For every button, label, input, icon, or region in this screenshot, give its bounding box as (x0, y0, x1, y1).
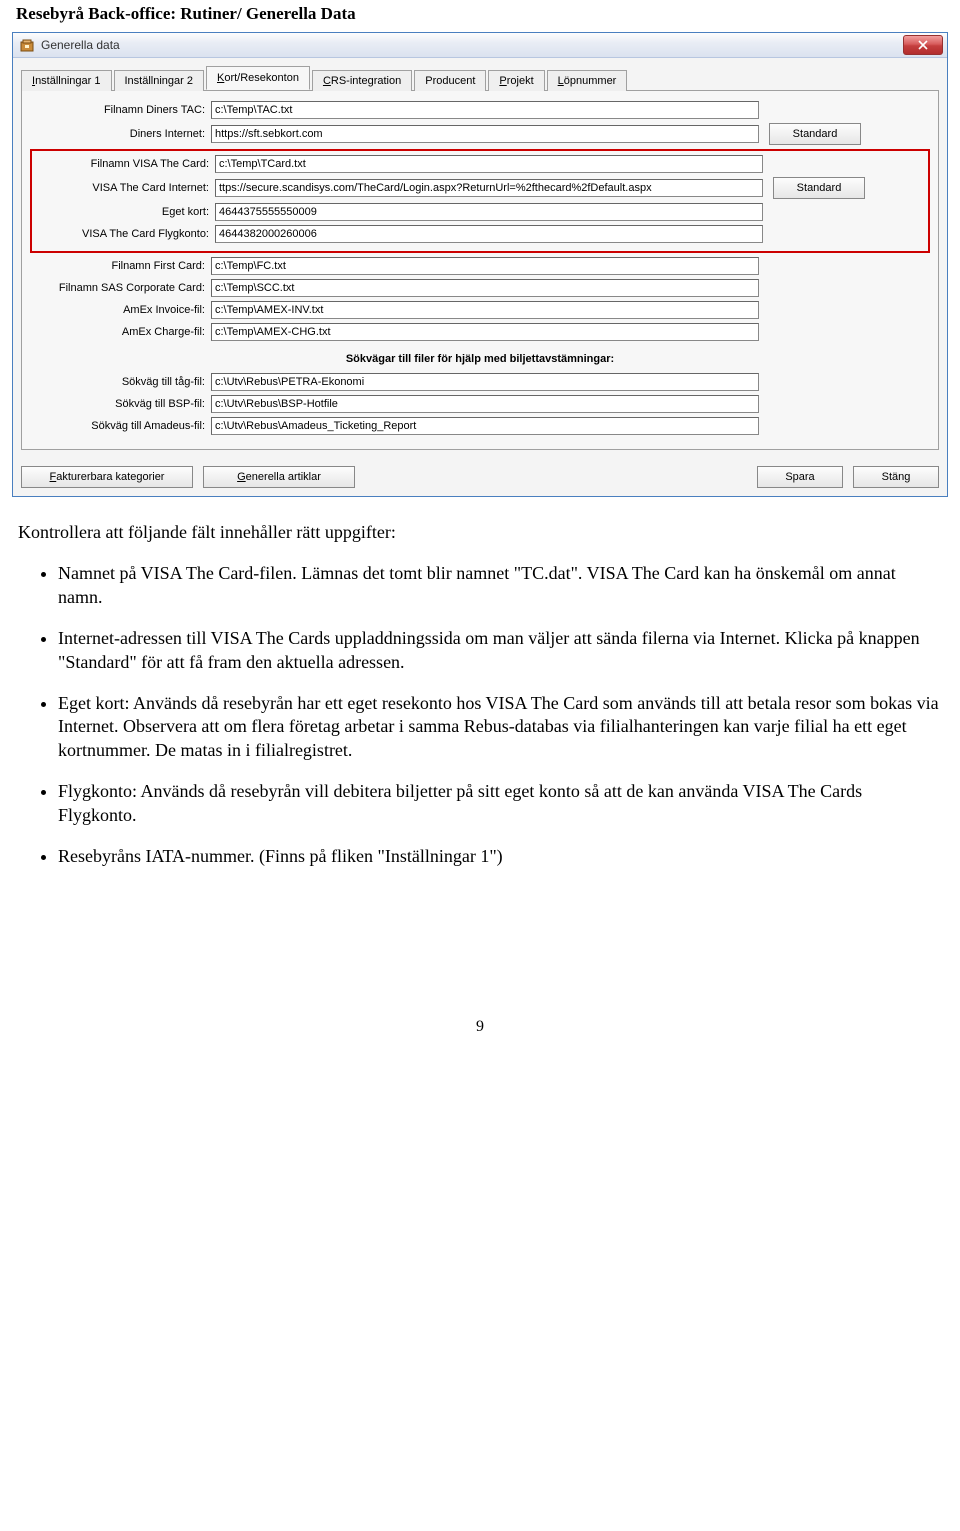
input-amex-invoice[interactable]: c:\Temp\AMEX-INV.txt (211, 301, 759, 319)
label-bsp-fil: Sökväg till BSP-fil: (30, 398, 211, 410)
input-visa-filnamn[interactable]: c:\Temp\TCard.txt (215, 155, 763, 173)
label-diners-tac: Filnamn Diners TAC: (30, 104, 211, 116)
dialog-window: Generella data Inställningar 1 Inställni… (12, 32, 948, 497)
tab-producent[interactable]: Producent (414, 70, 486, 91)
label-amadeus-fil: Sökväg till Amadeus-fil: (30, 420, 211, 432)
stang-button[interactable]: Stäng (853, 466, 939, 488)
label-amex-charge: AmEx Charge-fil: (30, 326, 211, 338)
section-heading: Sökvägar till filer för hjälp med biljet… (30, 353, 930, 365)
label-sas-corporate: Filnamn SAS Corporate Card: (30, 282, 211, 294)
title-bar: Generella data (13, 33, 947, 58)
label-tag-fil: Sökväg till tåg-fil: (30, 376, 211, 388)
tab-row: Inställningar 1 Inställningar 2 Kort/Res… (13, 58, 947, 90)
bullet-3: Eget kort: Används då resebyrån har ett … (58, 692, 942, 762)
label-amex-invoice: AmEx Invoice-fil: (30, 304, 211, 316)
tab-installningar-2[interactable]: Inställningar 2 (114, 70, 205, 91)
input-eget-kort[interactable]: 4644375555550009 (215, 203, 763, 221)
window-title: Generella data (41, 38, 903, 52)
label-diners-internet: Diners Internet: (30, 128, 211, 140)
app-icon (19, 37, 35, 53)
tab-lopnummer[interactable]: Löpnummer (547, 70, 628, 91)
input-sas-corporate[interactable]: c:\Temp\SCC.txt (211, 279, 759, 297)
standard-button-visa[interactable]: Standard (773, 177, 865, 199)
page-number: 9 (0, 1018, 960, 1056)
input-amadeus-fil[interactable]: c:\Utv\Rebus\Amadeus_Ticketing_Report (211, 417, 759, 435)
bullet-1: Namnet på VISA The Card-filen. Lämnas de… (58, 562, 942, 609)
generella-artiklar-button[interactable]: Generella artiklar (203, 466, 355, 488)
page-header: Resebyrå Back-office: Rutiner/ Generella… (0, 0, 960, 32)
label-first-card: Filnamn First Card: (30, 260, 211, 272)
highlight-box: Filnamn VISA The Card: c:\Temp\TCard.txt… (30, 149, 930, 253)
input-diners-tac[interactable]: c:\Temp\TAC.txt (211, 101, 759, 119)
input-amex-charge[interactable]: c:\Temp\AMEX-CHG.txt (211, 323, 759, 341)
spara-button[interactable]: Spara (757, 466, 843, 488)
close-button[interactable] (903, 35, 943, 55)
intro-paragraph: Kontrollera att följande fält innehåller… (18, 521, 942, 544)
bullet-2: Internet-adressen till VISA The Cards up… (58, 627, 942, 674)
tab-kort-resekonton[interactable]: Kort/Resekonton (206, 66, 310, 90)
input-visa-internet[interactable]: ttps://secure.scandisys.com/TheCard/Logi… (215, 179, 763, 197)
tab-crs-integration[interactable]: CRS-integration (312, 70, 412, 91)
footer-bar: Fakturerbara kategorier Generella artikl… (13, 458, 947, 496)
label-eget-kort: Eget kort: (34, 206, 215, 218)
tab-projekt[interactable]: Projekt (488, 70, 544, 91)
bullet-5: Resebyråns IATA-nummer. (Finns på fliken… (58, 845, 942, 868)
label-visa-filnamn: Filnamn VISA The Card: (34, 158, 215, 170)
input-tag-fil[interactable]: c:\Utv\Rebus\PETRA-Ekonomi (211, 373, 759, 391)
input-diners-internet[interactable]: https://sft.sebkort.com (211, 125, 759, 143)
input-visa-flygkonto[interactable]: 4644382000260006 (215, 225, 763, 243)
tab-installningar-1[interactable]: Inställningar 1 (21, 70, 112, 91)
panel-body: Filnamn Diners TAC: c:\Temp\TAC.txt Dine… (21, 90, 939, 450)
fakturerbara-button[interactable]: Fakturerbara kategorier (21, 466, 193, 488)
label-visa-flygkonto: VISA The Card Flygkonto: (34, 228, 215, 240)
standard-button-diners[interactable]: Standard (769, 123, 861, 145)
bullet-4: Flygkonto: Används då resebyrån vill deb… (58, 780, 942, 827)
input-bsp-fil[interactable]: c:\Utv\Rebus\BSP-Hotfile (211, 395, 759, 413)
body-text: Kontrollera att följande fält innehåller… (0, 521, 960, 868)
label-visa-internet: VISA The Card Internet: (34, 182, 215, 194)
input-first-card[interactable]: c:\Temp\FC.txt (211, 257, 759, 275)
